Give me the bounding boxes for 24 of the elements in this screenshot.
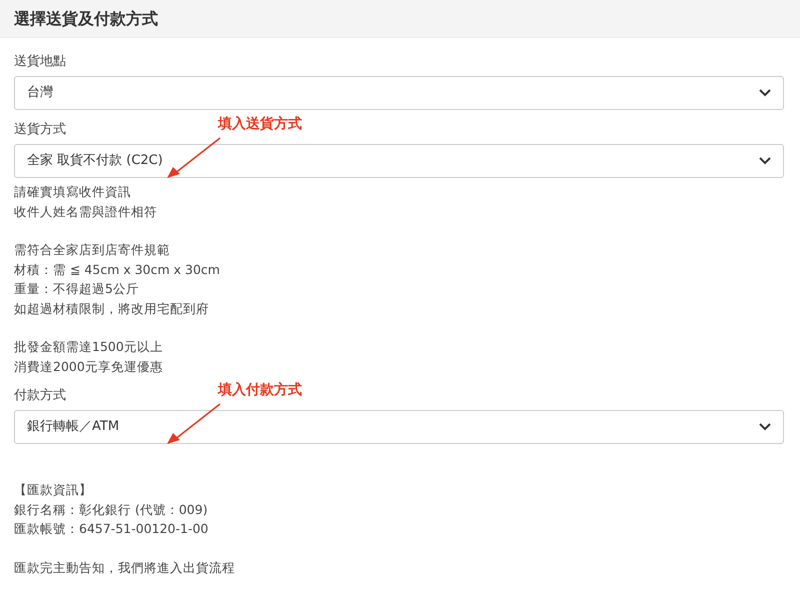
section-title: 選擇送貨及付款方式: [14, 8, 158, 30]
note-text: 需符合全家店到店寄件規範: [14, 241, 171, 259]
field-label: 送貨地點: [14, 53, 66, 72]
note-text: 【匯款資訊】: [14, 481, 93, 499]
note-text: 重量：不得超過5公斤: [14, 280, 140, 298]
select-field[interactable]: 台灣: [14, 76, 784, 110]
field-label: 付款方式: [14, 387, 66, 406]
chevron-down-icon: [759, 157, 771, 165]
note-text: 匯款完主動告知，我們將進入出貨流程: [14, 558, 236, 576]
select-field[interactable]: 銀行轉帳／ATM: [14, 410, 784, 444]
note-text: 批發金額需達1500元以上: [14, 338, 164, 356]
note-text: 如超過材積限制，將改用宅配到府: [14, 300, 210, 318]
note-text: 銀行名稱：彰化銀行 (代號：009): [14, 500, 209, 518]
annotation-text: 填入送貨方式: [218, 114, 302, 134]
note-text: 消費達2000元享免運優惠: [14, 358, 164, 376]
note-text: 請確實填寫收件資訊: [14, 183, 132, 201]
select-field[interactable]: 全家 取貨不付款 (C2C): [14, 144, 784, 178]
chevron-down-icon: [759, 423, 771, 431]
note-text: 收件人姓名需與證件相符: [14, 202, 158, 220]
note-text: 材積：需 ≦ 45cm x 30cm x 30cm: [14, 260, 221, 278]
field-label: 送貨方式: [14, 121, 66, 140]
annotation-text: 填入付款方式: [218, 380, 302, 400]
note-text: 匯款帳號：6457-51-00120-1-00: [14, 520, 210, 538]
chevron-down-icon: [759, 89, 771, 97]
